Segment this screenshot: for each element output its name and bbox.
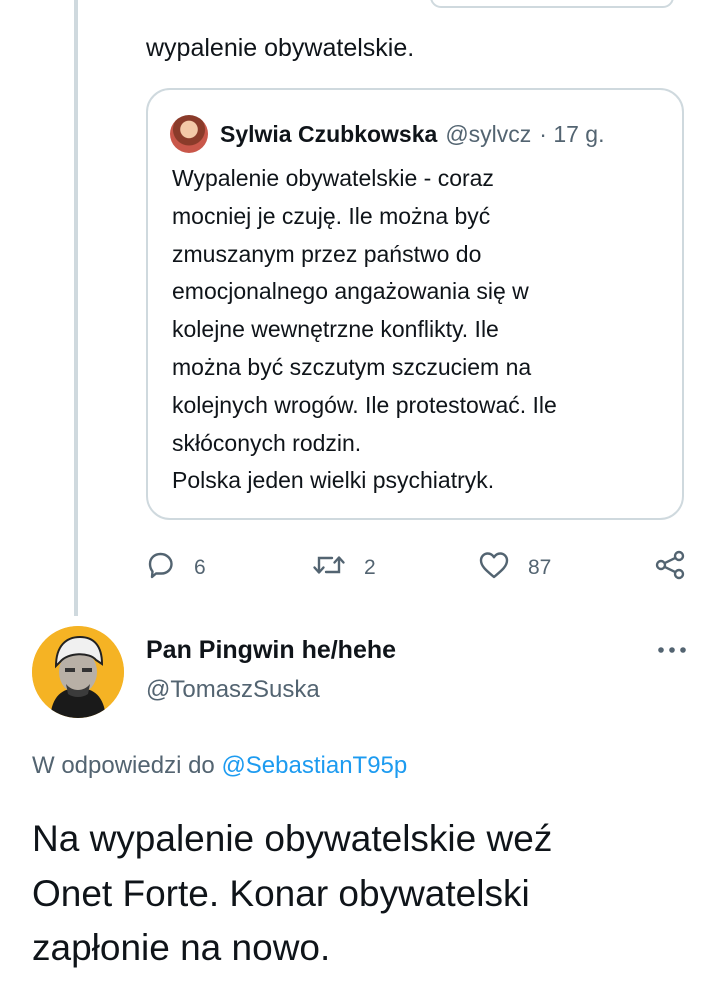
reply-author-handle[interactable]: @TomaszSuska — [146, 676, 320, 704]
like-button[interactable]: 87 — [478, 546, 551, 590]
more-options-icon[interactable] — [652, 640, 692, 660]
like-count: 87 — [528, 556, 552, 579]
reply-button[interactable]: 6 — [146, 546, 206, 590]
quoted-tweet-time[interactable]: · 17 g. — [539, 121, 604, 148]
reply-context-mention-link[interactable]: @SebastianT95p — [221, 752, 407, 779]
previous-tweet-text: wypalenie obywatelskie. — [146, 34, 415, 62]
share-icon — [654, 550, 686, 586]
share-button[interactable] — [654, 546, 686, 590]
quoted-tweet-body: Wypalenie obywatelskie - coraz mocniej j… — [172, 165, 557, 494]
thread-connector-line — [74, 0, 78, 616]
quoted-tweet-header: Sylwia Czubkowska @sylvcz · 17 g. — [170, 114, 605, 154]
previous-card-fragment — [430, 0, 674, 8]
retweet-button[interactable]: 2 — [312, 546, 376, 590]
reply-context: W odpowiedzi do @SebastianT95p — [32, 752, 407, 780]
reply-context-prefix: W odpowiedzi do — [32, 752, 215, 779]
reply-author-name[interactable]: Pan Pingwin he/hehe — [146, 636, 396, 665]
reply-tweet-body: Na wypalenie obywatelskie weź Onet Forte… — [32, 818, 553, 968]
quoted-author-avatar[interactable] — [170, 115, 208, 153]
tweet-actions-bar: 6 2 87 — [146, 546, 691, 590]
like-icon — [478, 550, 510, 586]
quoted-author-handle[interactable]: @sylvcz — [445, 121, 531, 148]
reply-author-avatar[interactable] — [32, 626, 124, 718]
quoted-tweet-card[interactable]: Sylwia Czubkowska @sylvcz · 17 g. Wypale… — [146, 88, 684, 520]
previous-tweet-edge — [0, 0, 712, 22]
reply-tweet-header: Pan Pingwin he/hehe @TomaszSuska — [32, 626, 692, 722]
retweet-icon — [312, 550, 346, 586]
retweet-count: 2 — [364, 556, 376, 579]
reply-icon — [146, 550, 176, 586]
quoted-author-name[interactable]: Sylwia Czubkowska — [220, 121, 437, 148]
reply-count: 6 — [194, 556, 206, 579]
